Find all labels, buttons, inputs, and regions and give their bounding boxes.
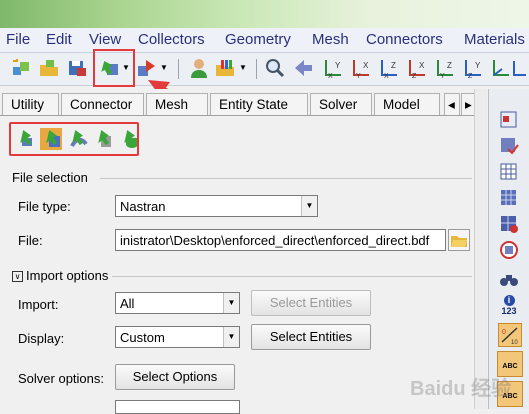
svg-text:X: X [419,61,425,70]
menu-view[interactable]: View [89,31,121,48]
svg-text:Z: Z [391,61,396,70]
axis-iso-icon[interactable] [512,57,526,79]
axis-yz-icon[interactable]: ZY [434,57,456,79]
annotation-box [93,49,135,87]
tab-solver[interactable]: Solver [310,93,372,115]
divider [100,178,472,179]
menu-connectors[interactable]: Connectors [366,31,443,48]
svg-text:Y: Y [356,73,361,79]
file-selection-heading: File selection [12,170,88,185]
measure-icon[interactable]: 0 10 [498,323,522,347]
annotation-box [9,122,139,156]
solver-options-label: Solver options: [18,371,104,386]
new-model-icon[interactable] [10,57,32,79]
axis-iso-icon[interactable] [490,57,512,79]
axis-zx-icon[interactable]: XZ [406,57,428,79]
display-select[interactable]: Custom ▼ [115,326,240,348]
svg-text:Z: Z [468,73,473,79]
svg-text:X: X [328,73,333,79]
menu-bar: File Edit View Collectors Geometry Mesh … [0,28,529,53]
import-options-heading[interactable]: ∨ Import options [12,268,108,283]
svg-text:X: X [363,61,369,70]
menu-file[interactable]: File [6,31,30,48]
file-type-label: File type: [18,199,71,214]
svg-text:0: 0 [502,329,506,336]
find-icon[interactable] [498,239,520,261]
panel-scrollbar[interactable] [474,89,487,409]
select-options-button[interactable]: Select Options [115,364,235,390]
chevron-down-icon[interactable]: ▼ [239,63,247,72]
mask-icon[interactable] [498,135,520,157]
chevron-down-icon: ▼ [301,196,317,216]
divider [112,276,472,277]
chevron-down-icon: ▼ [223,327,239,347]
menu-edit[interactable]: Edit [46,31,72,48]
extra-select[interactable] [115,400,240,414]
collapse-toggle-icon[interactable]: ∨ [12,271,23,282]
menu-materials[interactable]: Materials [464,31,525,48]
table-icon[interactable] [498,161,520,183]
binoculars-icon[interactable] [498,269,520,291]
select-entities-button[interactable]: Select Entities [251,324,371,350]
import-select[interactable]: All ▼ [115,292,240,314]
save-model-icon[interactable] [66,57,88,79]
grid2-icon[interactable] [498,213,520,235]
window-title-banner [0,0,529,28]
tab-connector[interactable]: Connector [61,93,144,115]
file-path-field[interactable]: inistrator\Desktop\enforced_direct\enfor… [115,229,446,251]
grid-icon[interactable] [498,187,520,209]
tab-model[interactable]: Model [374,93,440,115]
select-icon[interactable] [498,109,520,131]
svg-text:Z: Z [447,61,452,70]
axis-xy-icon[interactable]: YX [322,57,344,79]
tab-mesh[interactable]: Mesh [146,93,208,115]
tab-scroll-left[interactable]: ◂ [444,93,460,115]
file-type-select[interactable]: Nastran ▼ [115,195,318,217]
previous-view-icon[interactable] [292,57,314,79]
svg-text:Y: Y [440,73,445,79]
tab-entity-state[interactable]: Entity State [210,93,308,115]
chevron-down-icon: ▼ [223,293,239,313]
chevron-down-icon[interactable]: ▼ [160,63,168,72]
tab-utility[interactable]: Utility [2,93,59,115]
info-123-icon[interactable]: i 123 [495,295,523,316]
axis-zy-icon[interactable]: YZ [462,57,484,79]
import-label: Import: [18,297,59,312]
tab-bar: Utility Connector Mesh Entity State Solv… [0,89,486,116]
open-model-icon[interactable] [38,57,60,79]
svg-text:Z: Z [412,73,417,79]
menu-mesh[interactable]: Mesh [312,31,349,48]
display-label: Display: [18,331,65,346]
right-toolbar: i 123 0 10 ABC ABC [488,89,529,409]
svg-text:Y: Y [475,61,481,70]
axis-yx-icon[interactable]: XY [350,57,372,79]
select-entities-button[interactable]: Select Entities [251,290,371,316]
svg-text:10: 10 [511,340,518,346]
axis-xz-icon[interactable]: ZX [378,57,400,79]
import-panel [0,116,486,409]
menu-geometry[interactable]: Geometry [225,31,291,48]
menu-collectors[interactable]: Collectors [138,31,205,48]
svg-text:X: X [384,73,389,79]
file-label: File: [18,233,43,248]
browse-folder-icon[interactable] [448,229,470,251]
watermark: Baidu 经验 [410,378,512,400]
svg-text:Y: Y [335,61,341,70]
